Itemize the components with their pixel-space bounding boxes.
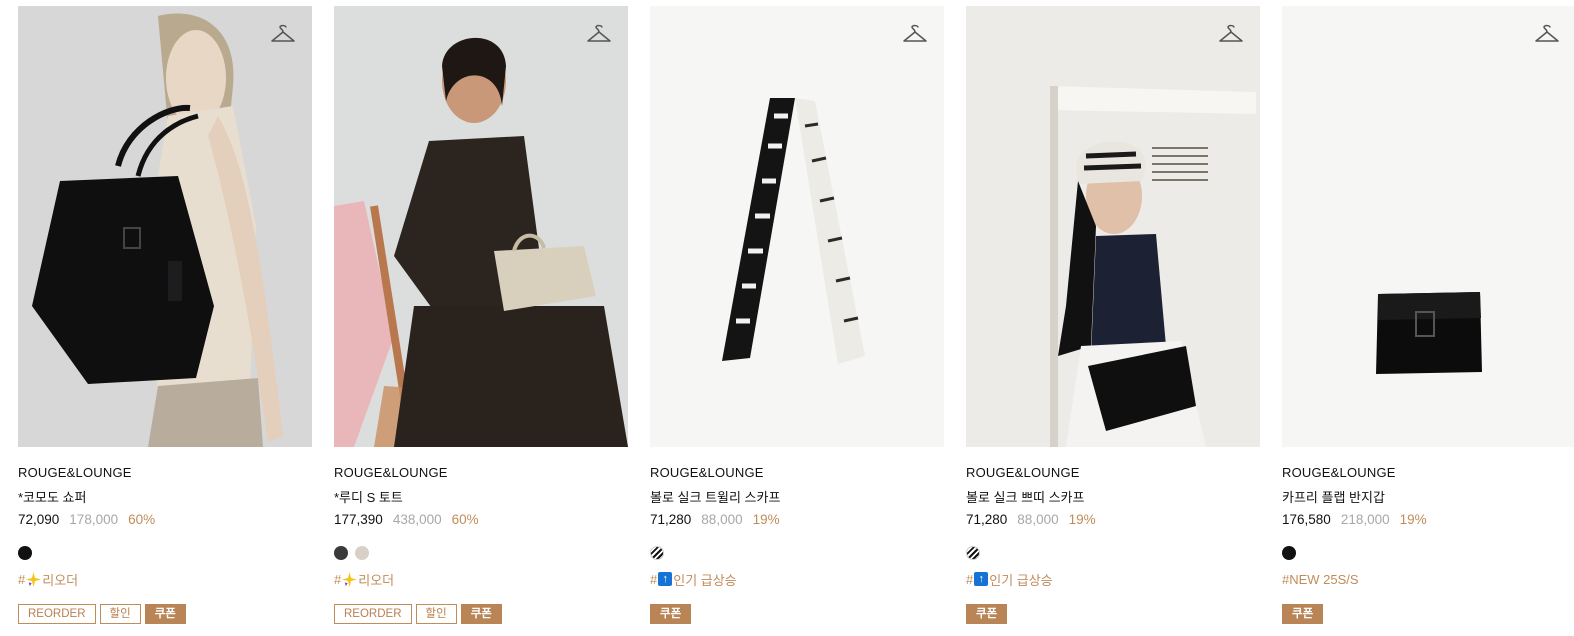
coupon-badge: 쿠폰: [966, 604, 1008, 624]
sparkle-icon: [342, 571, 358, 587]
brand-name[interactable]: ROUGE&LOUNGE: [650, 465, 944, 481]
product-image[interactable]: [1282, 6, 1574, 447]
hashtag-text: #NEW 25S/S: [1282, 571, 1359, 587]
up-arrow-icon: ↑: [974, 572, 989, 586]
badge-list: 쿠폰: [1282, 604, 1574, 624]
color-swatches: [966, 546, 1260, 560]
discount-rate: 19%: [1399, 512, 1427, 527]
color-swatch-beige[interactable]: [355, 546, 369, 560]
sale-price: 72,090: [18, 512, 60, 527]
sparkle-icon: [26, 571, 42, 587]
reorder-badge: REORDER: [18, 604, 96, 624]
brand-name[interactable]: ROUGE&LOUNGE: [18, 465, 312, 481]
price-row: 176,580 218,000 19%: [1282, 512, 1574, 528]
product-card[interactable]: ROUGE&LOUNGE *코모도 쇼퍼 72,090 178,000 60% …: [18, 6, 312, 624]
hanger-icon[interactable]: [586, 24, 612, 46]
sale-price: 176,580: [1282, 512, 1331, 527]
product-card[interactable]: ROUGE&LOUNGE 볼로 실크 트윌리 스카프 71,280 88,000…: [650, 6, 944, 624]
hanger-icon[interactable]: [270, 24, 296, 46]
brand-name[interactable]: ROUGE&LOUNGE: [966, 465, 1260, 481]
model-petit-scarf-photo: [966, 6, 1260, 447]
hashtag-text: 인기 급상승: [989, 572, 1053, 588]
price-row: 177,390 438,000 60%: [334, 512, 628, 528]
product-image[interactable]: [966, 6, 1260, 447]
color-swatches: [650, 546, 944, 560]
hashtag-text: 리오더: [358, 572, 395, 588]
hashtag[interactable]: # 리오더: [334, 571, 628, 588]
original-price: 88,000: [701, 512, 743, 527]
brand-name[interactable]: ROUGE&LOUNGE: [334, 465, 628, 481]
hashtag[interactable]: # ↑ 인기 급상승: [650, 571, 944, 588]
coupon-badge: 쿠폰: [1282, 604, 1324, 624]
sale-price: 71,280: [966, 512, 1008, 527]
up-arrow-icon: ↑: [658, 572, 673, 586]
price-row: 71,280 88,000 19%: [650, 512, 944, 528]
color-swatch-black[interactable]: [1282, 546, 1296, 560]
product-image[interactable]: [334, 6, 628, 447]
coupon-badge: 쿠폰: [460, 604, 502, 624]
hashtag-symbol: #: [334, 571, 342, 587]
hashtag[interactable]: # ↑ 인기 급상승: [966, 571, 1260, 588]
color-swatch-black[interactable]: [18, 546, 32, 560]
discount-rate: 19%: [752, 512, 780, 527]
hashtag-symbol: #: [650, 571, 658, 587]
twilly-scarf-photo: [650, 6, 944, 447]
badge-list: REORDER 할인 쿠폰: [18, 604, 312, 624]
discount-rate: 60%: [128, 512, 156, 527]
model-shopper-photo: [18, 6, 312, 447]
product-name[interactable]: 볼로 실크 쁘띠 스카프: [966, 487, 1260, 505]
color-swatches: [18, 546, 312, 560]
hashtag-symbol: #: [966, 571, 974, 587]
color-swatch-pattern[interactable]: [966, 546, 980, 560]
product-card[interactable]: ROUGE&LOUNGE 볼로 실크 쁘띠 스카프 71,280 88,000 …: [966, 6, 1260, 624]
product-image[interactable]: [18, 6, 312, 447]
brand-name[interactable]: ROUGE&LOUNGE: [1282, 465, 1574, 481]
discount-rate: 60%: [451, 512, 479, 527]
sale-price: 71,280: [650, 512, 692, 527]
product-image[interactable]: [650, 6, 944, 447]
product-name[interactable]: *루디 S 토트: [334, 487, 628, 505]
model-tote-photo: [334, 6, 628, 447]
original-price: 88,000: [1017, 512, 1059, 527]
color-swatches: [1282, 546, 1574, 560]
discount-badge: 할인: [415, 604, 457, 624]
badge-list: REORDER 할인 쿠폰: [334, 604, 628, 624]
product-card[interactable]: ROUGE&LOUNGE 카프리 플랩 반지갑 176,580 218,000 …: [1282, 6, 1574, 624]
hashtag[interactable]: # 리오더: [18, 571, 312, 588]
hashtag-text: 인기 급상승: [673, 572, 737, 588]
original-price: 178,000: [69, 512, 119, 527]
hashtag-text: 리오더: [42, 572, 79, 588]
product-card[interactable]: ROUGE&LOUNGE *루디 S 토트 177,390 438,000 60…: [334, 6, 628, 624]
hanger-icon[interactable]: [1218, 24, 1244, 46]
color-swatches: [334, 546, 628, 560]
color-swatch-charcoal[interactable]: [334, 546, 348, 560]
flap-wallet-photo: [1282, 6, 1574, 447]
badge-list: 쿠폰: [966, 604, 1260, 624]
product-name[interactable]: *코모도 쇼퍼: [18, 487, 312, 505]
coupon-badge: 쿠폰: [650, 604, 692, 624]
hanger-icon[interactable]: [902, 24, 928, 46]
hashtag-symbol: #: [18, 571, 26, 587]
product-name[interactable]: 볼로 실크 트윌리 스카프: [650, 487, 944, 505]
badge-list: 쿠폰: [650, 604, 944, 624]
sale-price: 177,390: [334, 512, 383, 527]
discount-badge: 할인: [99, 604, 141, 624]
original-price: 218,000: [1340, 512, 1390, 527]
price-row: 72,090 178,000 60%: [18, 512, 312, 528]
original-price: 438,000: [392, 512, 442, 527]
color-swatch-pattern[interactable]: [650, 546, 664, 560]
discount-rate: 19%: [1068, 512, 1096, 527]
hashtag[interactable]: #NEW 25S/S: [1282, 571, 1574, 587]
reorder-badge: REORDER: [334, 604, 412, 624]
coupon-badge: 쿠폰: [144, 604, 186, 624]
price-row: 71,280 88,000 19%: [966, 512, 1260, 528]
product-name[interactable]: 카프리 플랩 반지갑: [1282, 487, 1574, 505]
hanger-icon[interactable]: [1534, 24, 1560, 46]
product-grid: ROUGE&LOUNGE *코모도 쇼퍼 72,090 178,000 60% …: [18, 6, 1574, 624]
